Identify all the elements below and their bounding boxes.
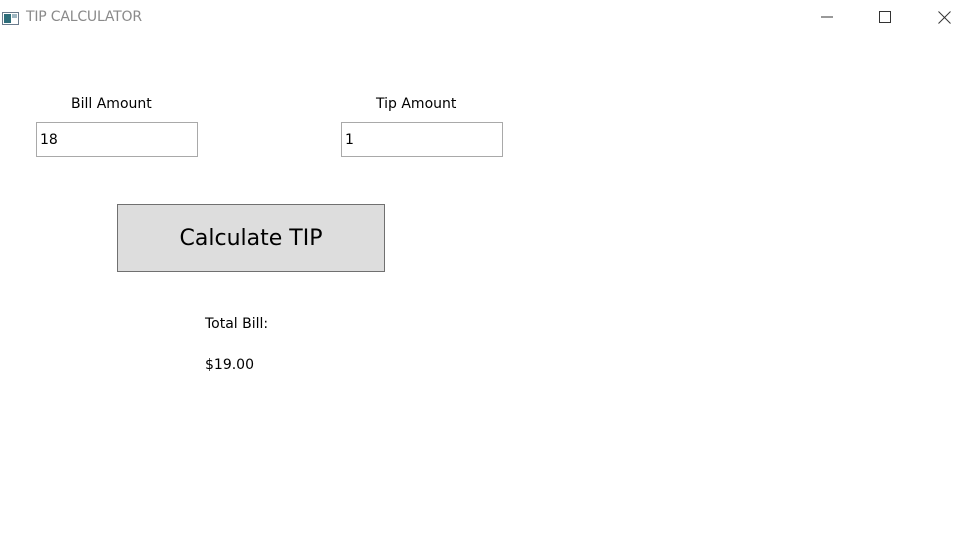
tip-amount-input[interactable] [341,122,503,157]
app-icon [2,10,19,25]
total-bill-label: Total Bill: [205,316,269,332]
minimize-icon [821,16,833,18]
title-bar: TIP CALCULATOR [0,0,967,34]
tip-amount-label: Tip Amount [376,96,457,112]
calculate-tip-button[interactable]: Calculate TIP [117,204,385,272]
close-icon [937,10,951,24]
maximize-icon [879,11,891,23]
bill-amount-label: Bill Amount [71,96,152,112]
maximize-button[interactable] [862,0,908,34]
close-button[interactable] [921,0,967,34]
total-bill-value: $19.00 [205,357,254,373]
minimize-button[interactable] [804,0,850,34]
window-title: TIP CALCULATOR [26,9,142,25]
bill-amount-input[interactable] [36,122,198,157]
